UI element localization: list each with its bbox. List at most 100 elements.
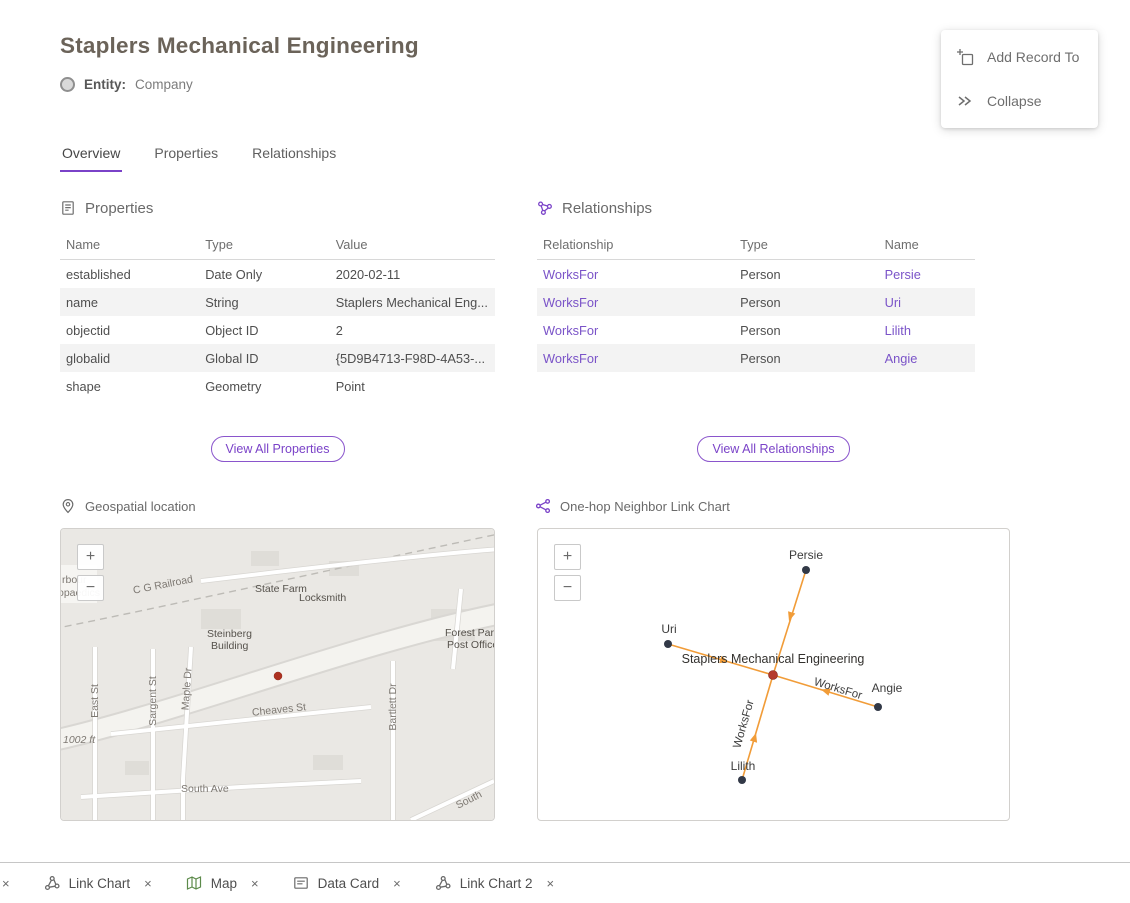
node-uri[interactable] [664, 640, 672, 648]
map-scale-label: 1002 ft [63, 734, 95, 746]
view-tab-label: Link Chart [69, 876, 131, 891]
section-title: Relationships [562, 200, 652, 217]
entity-link[interactable]: Lilith [885, 323, 911, 338]
context-menu: Add Record To Collapse [941, 30, 1098, 128]
map-canvas[interactable] [61, 529, 494, 820]
cell-type: Date Only [199, 260, 330, 289]
cell-type: Geometry [199, 372, 330, 400]
zoom-out-button[interactable]: − [554, 575, 581, 601]
map-label: South Ave [181, 783, 229, 795]
cell-value: 2020-02-11 [330, 260, 495, 289]
cell-name: shape [60, 372, 199, 400]
node-label: Angie [872, 681, 903, 695]
edge-label: WorksFor [812, 676, 863, 702]
view-all-properties-button[interactable]: View All Properties [211, 436, 345, 462]
column-header-type: Type [734, 230, 879, 260]
cell-type: Person [734, 260, 879, 289]
section-title: Geospatial location [85, 499, 196, 514]
cell-name: established [60, 260, 199, 289]
relationships-icon [537, 200, 553, 216]
entity-row: Entity: Company [60, 77, 193, 92]
geospatial-section-header: Geospatial location [60, 498, 196, 514]
column-header-name: Name [879, 230, 975, 260]
chart-zoom-controls: + − [554, 544, 581, 601]
entity-link[interactable]: Angie [885, 351, 918, 366]
tab-close-icon[interactable]: × [2, 876, 10, 891]
column-header-value: Value [330, 230, 495, 260]
cell-name: globalid [60, 344, 199, 372]
view-all-relationships-button[interactable]: View All Relationships [697, 436, 849, 462]
cell-type: Person [734, 288, 879, 316]
tab-relationships[interactable]: Relationships [250, 141, 338, 172]
menu-item-label: Collapse [987, 93, 1041, 109]
tab-overview[interactable]: Overview [60, 141, 122, 172]
tab-properties[interactable]: Properties [152, 141, 220, 172]
properties-icon [60, 200, 76, 216]
node-angie[interactable] [874, 703, 882, 711]
map-label: Bartlett Dr [387, 683, 399, 730]
zoom-in-button[interactable]: + [77, 544, 104, 570]
view-tab-link-chart[interactable]: Link Chart × [44, 875, 152, 891]
relationships-section: Relationships Relationship Type Name Wor… [537, 198, 975, 372]
map-pin-icon [60, 498, 76, 514]
map-label: Forest Park [445, 627, 495, 639]
entity-type-icon [60, 77, 75, 92]
add-record-icon [956, 48, 974, 66]
tab-close-icon[interactable]: × [393, 876, 401, 891]
cell-name: objectid [60, 316, 199, 344]
map-label: Steinberg [207, 628, 252, 640]
link-chart-icon [435, 875, 451, 891]
relationship-link[interactable]: WorksFor [543, 295, 598, 310]
relationships-table: Relationship Type Name WorksFor Person P… [537, 230, 975, 372]
relationship-link[interactable]: WorksFor [543, 351, 598, 366]
node-persie[interactable] [802, 566, 810, 574]
table-header-row: Name Type Value [60, 230, 495, 260]
cell-type: Object ID [199, 316, 330, 344]
menu-item-label: Add Record To [987, 49, 1079, 65]
relationship-link[interactable]: WorksFor [543, 323, 598, 338]
view-tab-link-chart-2[interactable]: Link Chart 2 × [435, 875, 554, 891]
map-marker[interactable] [274, 672, 282, 680]
column-header-relationship: Relationship [537, 230, 734, 260]
node-lilith[interactable] [738, 776, 746, 784]
node-center[interactable] [769, 671, 778, 680]
map-icon [186, 875, 202, 891]
zoom-in-button[interactable]: + [554, 544, 581, 570]
tab-close-icon[interactable]: × [547, 876, 555, 891]
entity-link[interactable]: Persie [885, 267, 921, 282]
cell-type: Person [734, 344, 879, 372]
table-row: WorksFor Person Angie [537, 344, 975, 372]
column-header-name: Name [60, 230, 199, 260]
view-tab-map[interactable]: Map × [186, 875, 259, 891]
table-row: established Date Only 2020-02-11 [60, 260, 495, 289]
table-row: WorksFor Person Persie [537, 260, 975, 289]
tab-close-icon[interactable]: × [251, 876, 259, 891]
table-row: shape Geometry Point [60, 372, 495, 400]
data-card-icon [293, 875, 309, 891]
map-panel: rbour opaedics C G Railroad State Farm L… [60, 528, 495, 821]
menu-item-collapse[interactable]: Collapse [941, 79, 1098, 123]
menu-item-add-record-to[interactable]: Add Record To [941, 35, 1098, 79]
tab-close-icon[interactable]: × [144, 876, 152, 891]
cell-value: Staplers Mechanical Eng... [330, 288, 495, 316]
table-row: WorksFor Person Uri [537, 288, 975, 316]
table-header-row: Relationship Type Name [537, 230, 975, 260]
one-hop-icon [535, 498, 551, 514]
table-row: objectid Object ID 2 [60, 316, 495, 344]
page-title: Staplers Mechanical Engineering [60, 33, 419, 59]
relationship-link[interactable]: WorksFor [543, 267, 598, 282]
link-chart-panel: WorksFor WorksFor Persie Uri Angie Lilit… [537, 528, 1010, 821]
view-tab-data-card[interactable]: Data Card × [293, 875, 401, 891]
map-label: Locksmith [299, 592, 346, 604]
view-tab-label: Map [211, 876, 237, 891]
center-node-label: Staplers Mechanical Engineering [682, 652, 865, 666]
link-chart-canvas[interactable]: WorksFor WorksFor Persie Uri Angie Lilit… [538, 529, 1009, 820]
table-row: WorksFor Person Lilith [537, 316, 975, 344]
properties-section-header: Properties [60, 198, 495, 218]
cell-type: String [199, 288, 330, 316]
zoom-out-button[interactable]: − [77, 575, 104, 601]
section-title: One-hop Neighbor Link Chart [560, 499, 730, 514]
map-label: Sargent St [147, 676, 159, 726]
entity-link[interactable]: Uri [885, 295, 901, 310]
map-zoom-controls: + − [77, 544, 104, 601]
